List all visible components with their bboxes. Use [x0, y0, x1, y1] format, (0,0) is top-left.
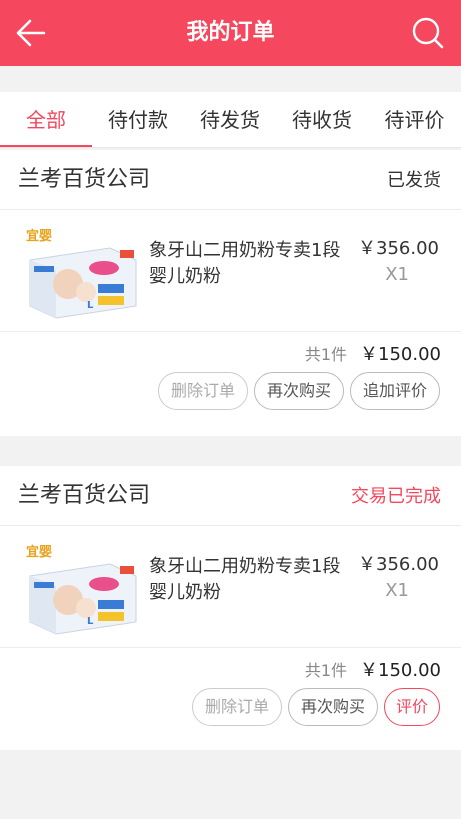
brand-logo-text: 宜婴 — [26, 544, 52, 560]
shop-row: 兰考百货公司 已发货 — [0, 150, 461, 210]
app-header: 我的订单 — [0, 0, 461, 66]
order-tabs: 全部 待付款 待发货 待收货 待评价 — [0, 92, 461, 148]
shop-name[interactable]: 兰考百货公司 — [18, 164, 150, 196]
svg-text:L: L — [87, 616, 94, 627]
product-price: ￥356.00 — [358, 238, 439, 259]
order-card: 兰考百货公司 交易已完成 宜婴 L 象牙山二用奶粉专卖1段婴儿奶粉 ￥356.0… — [0, 466, 461, 750]
item-count: 共1件 — [304, 345, 347, 364]
page-title: 我的订单 — [186, 20, 275, 45]
shop-row: 兰考百货公司 交易已完成 — [0, 466, 461, 526]
order-summary: 共1件 ￥150.00 删除订单 再次购买 评价 — [0, 648, 461, 748]
review-button[interactable]: 评价 — [384, 688, 440, 726]
buy-again-button[interactable]: 再次购买 — [288, 688, 378, 726]
product-image[interactable]: 宜婴 L — [24, 222, 140, 322]
tab-pending-payment[interactable]: 待付款 — [92, 92, 184, 148]
order-status: 交易已完成 — [351, 486, 441, 507]
tab-pending-receipt[interactable]: 待收货 — [276, 92, 368, 148]
product-quantity: X1 — [385, 580, 409, 601]
delete-order-button[interactable]: 删除订单 — [158, 372, 248, 410]
tab-pending-review[interactable]: 待评价 — [368, 92, 461, 148]
product-name[interactable]: 象牙山二用奶粉专卖1段婴儿奶粉 — [149, 238, 345, 290]
buy-again-button[interactable]: 再次购买 — [254, 372, 344, 410]
tab-all[interactable]: 全部 — [0, 92, 92, 148]
item-count: 共1件 — [304, 661, 347, 680]
search-icon[interactable] — [411, 16, 445, 50]
order-item[interactable]: 宜婴 L 象牙山二用奶粉专卖1段婴儿奶粉 ￥356.00 X1 — [0, 526, 461, 648]
product-name[interactable]: 象牙山二用奶粉专卖1段婴儿奶粉 — [149, 554, 345, 606]
order-summary: 共1件 ￥150.00 删除订单 再次购买 追加评价 — [0, 332, 461, 432]
order-total: ￥150.00 — [360, 660, 441, 681]
product-price: ￥356.00 — [358, 554, 439, 575]
order-total: ￥150.00 — [360, 344, 441, 365]
active-tab-indicator — [0, 145, 92, 147]
order-item[interactable]: 宜婴 L 象牙山二用奶粉专卖1段婴儿奶粉 ￥356.00 X1 — [0, 210, 461, 332]
delete-order-button[interactable]: 删除订单 — [192, 688, 282, 726]
order-status: 已发货 — [387, 170, 441, 191]
product-image[interactable]: 宜婴 L — [24, 538, 140, 638]
product-quantity: X1 — [385, 264, 409, 285]
order-card: 兰考百货公司 已发货 宜婴 L 象牙山二用奶粉专卖1段婴儿奶粉 ￥356.00 … — [0, 150, 461, 436]
svg-text:L: L — [87, 300, 94, 311]
brand-logo-text: 宜婴 — [26, 228, 52, 244]
add-review-button[interactable]: 追加评价 — [350, 372, 440, 410]
tab-pending-shipment[interactable]: 待发货 — [184, 92, 276, 148]
shop-name[interactable]: 兰考百货公司 — [18, 480, 150, 512]
